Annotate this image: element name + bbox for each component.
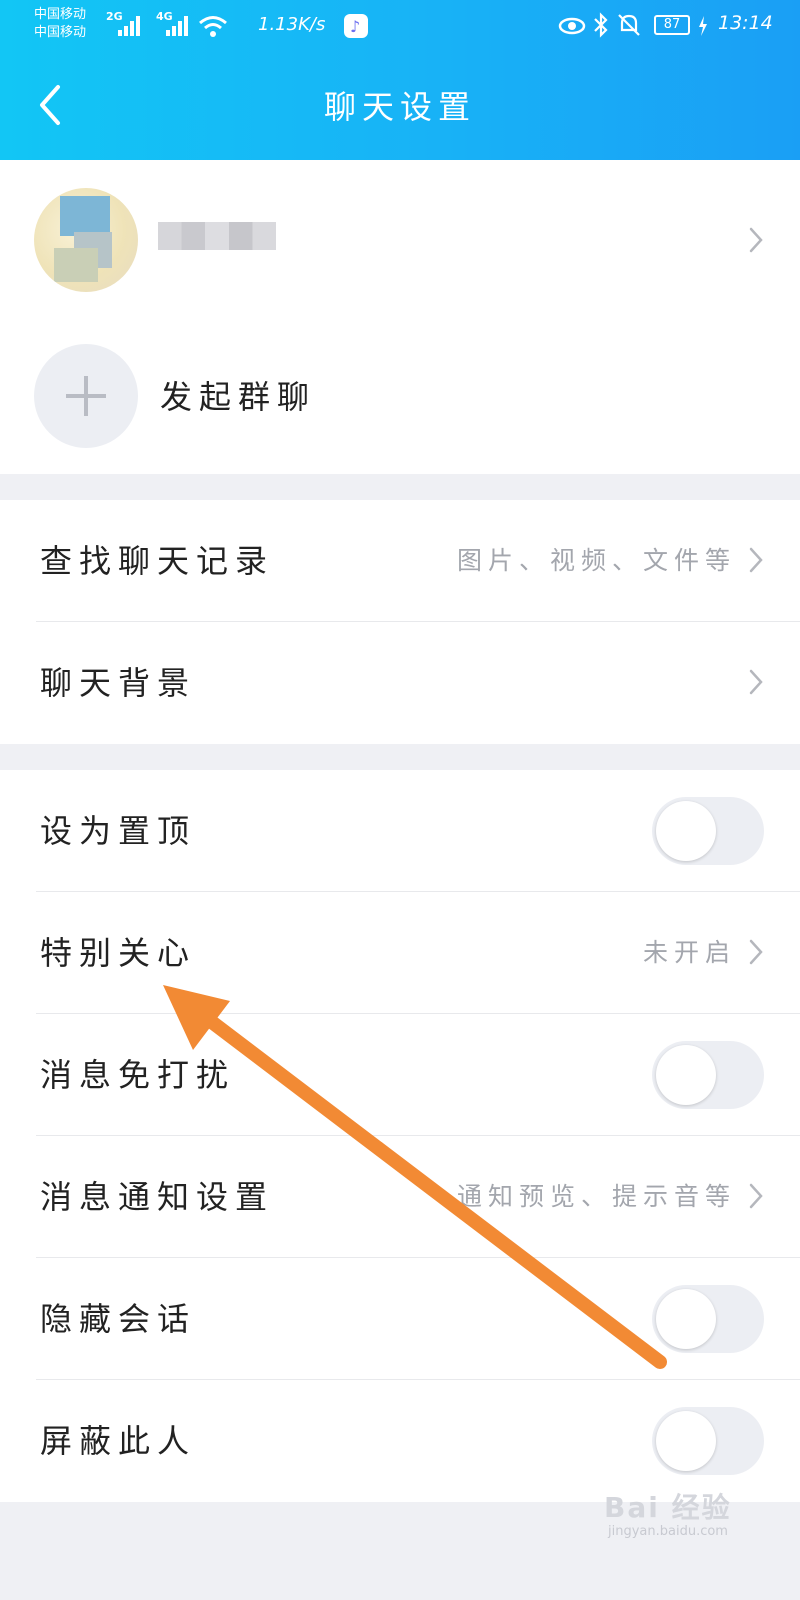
- search-history-row[interactable]: 查找聊天记录 图片、视频、文件等: [36, 500, 800, 622]
- pin-chat-row: 设为置顶: [36, 770, 800, 892]
- watermark-main: Bai 经验: [604, 1491, 732, 1524]
- chat-background-label: 聊天背景: [40, 664, 197, 702]
- toggle-knob: [656, 801, 716, 861]
- do-not-disturb-row: 消息免打扰: [36, 1014, 800, 1136]
- wifi-icon: [199, 16, 227, 37]
- chevron-right-icon: [749, 1183, 763, 1209]
- block-user-label: 屏蔽此人: [40, 1422, 197, 1460]
- mute-bell-icon: [618, 14, 640, 36]
- hide-chat-toggle[interactable]: [652, 1285, 764, 1353]
- charging-icon: [699, 16, 707, 36]
- toggle-knob: [656, 1289, 716, 1349]
- signal-icon: [166, 16, 188, 36]
- battery-indicator: 87: [654, 15, 690, 35]
- search-history-hint: 图片、视频、文件等: [456, 546, 736, 575]
- contact-name-blurred[interactable]: [158, 222, 276, 250]
- special-care-row[interactable]: 特别关心 未开启: [36, 892, 800, 1014]
- add-group-chat-label[interactable]: 发起群聊: [160, 372, 316, 418]
- special-care-label: 特别关心: [40, 934, 197, 972]
- pin-chat-label: 设为置顶: [40, 812, 197, 850]
- special-care-hint: 未开启: [642, 938, 736, 967]
- carrier-2: 中国移动: [34, 25, 87, 40]
- header-bar: 中国移动 中国移动 2G 4G 1.13K/s ♪ 87 13:14 聊天设置: [0, 0, 800, 160]
- carrier-names: 中国移动 中国移动: [34, 6, 86, 42]
- plus-icon: [84, 376, 88, 416]
- music-app-icon: ♪: [344, 14, 368, 38]
- baidu-watermark: Bai 经验 jingyan.baidu.com: [604, 1480, 784, 1550]
- notification-settings-hint: 通知预览、提示音等: [456, 1182, 736, 1211]
- chevron-right-icon: [749, 669, 763, 695]
- chat-options-card: 查找聊天记录 图片、视频、文件等 聊天背景: [0, 500, 800, 744]
- status-bar: 中国移动 中国移动 2G 4G 1.13K/s ♪ 87 13:14: [0, 0, 800, 56]
- chat-settings-card: 设为置顶 特别关心 未开启 消息免打扰 消息通知设置 通知预览、提示音等 隐藏会…: [0, 770, 800, 1502]
- chat-background-row[interactable]: 聊天背景: [36, 622, 800, 744]
- pin-chat-toggle[interactable]: [652, 797, 764, 865]
- add-group-chat-button[interactable]: [34, 344, 138, 448]
- chevron-right-icon[interactable]: [748, 226, 764, 254]
- hide-chat-row: 隐藏会话: [36, 1258, 800, 1380]
- avatar-pixel: [54, 248, 98, 282]
- toggle-knob: [656, 1045, 716, 1105]
- watermark-url: jingyan.baidu.com: [608, 1524, 728, 1539]
- notification-settings-label: 消息通知设置: [40, 1178, 275, 1216]
- page-title: 聊天设置: [323, 88, 476, 126]
- do-not-disturb-toggle[interactable]: [652, 1041, 764, 1109]
- toggle-knob: [656, 1411, 716, 1471]
- avatar[interactable]: [34, 188, 138, 292]
- do-not-disturb-label: 消息免打扰: [40, 1056, 236, 1094]
- clock-time: 13:14: [718, 12, 773, 34]
- network-speed: 1.13K/s: [258, 14, 326, 35]
- bluetooth-icon: [594, 12, 608, 38]
- svg-text:♪: ♪: [350, 17, 360, 36]
- hide-chat-label: 隐藏会话: [40, 1300, 197, 1338]
- search-history-label: 查找聊天记录: [40, 542, 275, 580]
- chevron-right-icon: [749, 547, 763, 573]
- chevron-right-icon: [749, 939, 763, 965]
- notification-settings-row[interactable]: 消息通知设置 通知预览、提示音等: [36, 1136, 800, 1258]
- block-user-toggle[interactable]: [652, 1407, 764, 1475]
- carrier-1: 中国移动: [34, 7, 87, 22]
- avatar-pixel: [60, 196, 110, 236]
- signal-icon: [118, 16, 140, 36]
- eye-icon: [558, 17, 586, 35]
